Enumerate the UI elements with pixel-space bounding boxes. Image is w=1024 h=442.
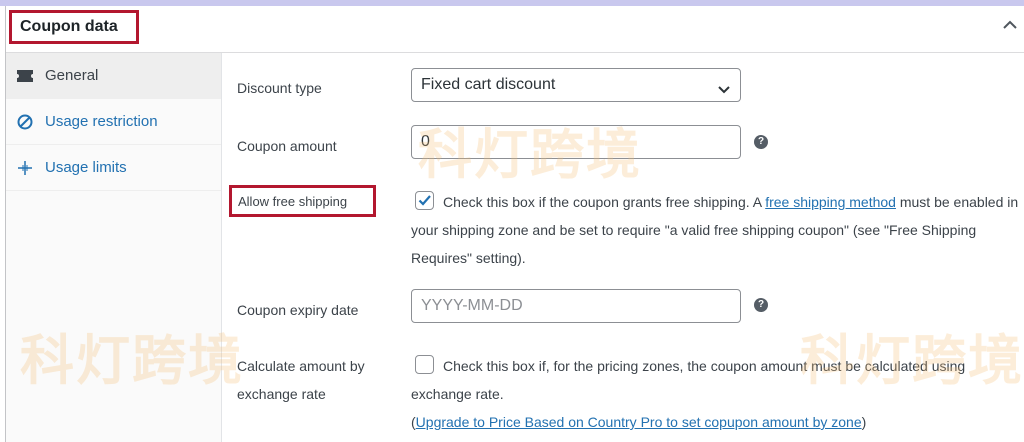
plus-cross-icon bbox=[16, 145, 34, 191]
coupon-amount-label: Coupon amount bbox=[237, 138, 337, 154]
free-shipping-description: Check this box if the coupon grants free… bbox=[411, 194, 1019, 266]
exchange-rate-label: Calculate amount by exchange rate bbox=[237, 358, 365, 402]
expiry-date-input[interactable]: YYYY-MM-DD bbox=[411, 289, 741, 323]
tab-label: Usage restriction bbox=[45, 113, 158, 130]
coupon-amount-input[interactable]: 0 bbox=[411, 125, 741, 159]
discount-type-select[interactable]: Fixed cart discount bbox=[411, 68, 741, 102]
panel-header: Coupon data bbox=[6, 6, 1024, 53]
general-options: Discount type Fixed cart discount Coupon… bbox=[222, 53, 1024, 442]
help-icon[interactable]: ? bbox=[754, 135, 768, 149]
upgrade-note: (Upgrade to Price Based on Country Pro t… bbox=[411, 414, 867, 430]
help-icon[interactable]: ? bbox=[754, 298, 768, 312]
expiry-date-placeholder: YYYY-MM-DD bbox=[421, 297, 523, 314]
discount-type-label: Discount type bbox=[237, 80, 322, 96]
tab-usage-restriction[interactable]: Usage restriction bbox=[6, 99, 221, 145]
chevron-down-icon bbox=[716, 77, 732, 94]
chevron-up-icon[interactable] bbox=[1001, 16, 1019, 34]
discount-type-value: Fixed cart discount bbox=[421, 76, 556, 93]
tab-label: Usage limits bbox=[45, 159, 127, 176]
coupon-data-panel: Coupon data General Usage restriction Us… bbox=[5, 6, 1024, 442]
expiry-date-label: Coupon expiry date bbox=[237, 302, 359, 318]
panel-title: Coupon data bbox=[9, 10, 139, 44]
ticket-icon bbox=[16, 53, 34, 99]
upgrade-pro-link[interactable]: Upgrade to Price Based on Country Pro to… bbox=[416, 414, 862, 430]
free-shipping-label: Allow free shipping bbox=[238, 194, 348, 209]
free-shipping-method-link[interactable]: free shipping method bbox=[765, 194, 896, 210]
no-entry-icon bbox=[16, 99, 34, 145]
tab-general[interactable]: General bbox=[6, 53, 221, 99]
tab-label: General bbox=[45, 67, 99, 84]
tab-usage-limits[interactable]: Usage limits bbox=[6, 145, 221, 191]
coupon-tabs: General Usage restriction Usage limits bbox=[6, 53, 222, 442]
exchange-rate-description: Check this box if, for the pricing zones… bbox=[411, 358, 966, 402]
coupon-amount-value: 0 bbox=[421, 133, 430, 150]
